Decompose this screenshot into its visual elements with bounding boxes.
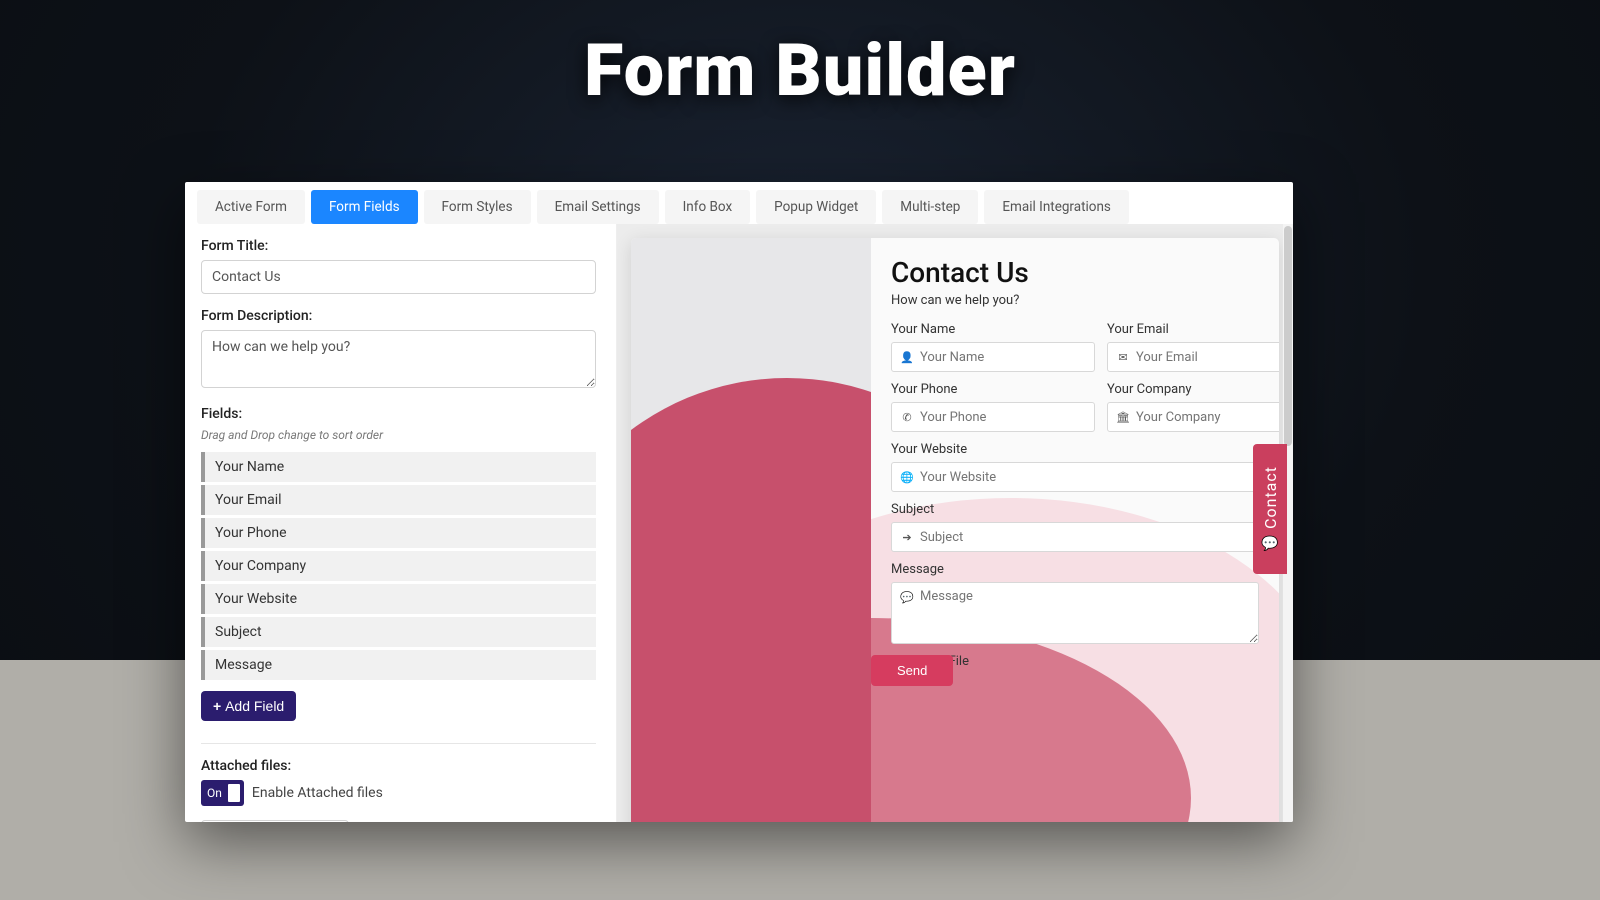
fields-hint: Drag and Drop change to sort order <box>201 428 600 442</box>
phone-field-label: Your Phone <box>891 382 1095 397</box>
email-input[interactable] <box>1136 350 1279 365</box>
phone-field-icon: ✆ <box>900 411 914 424</box>
info-column: 🏛 Office 123 Church Ave New Hope, Alabam… <box>631 238 871 822</box>
form-desc-input[interactable]: How can we help you? <box>201 330 596 388</box>
attached-toggle-label: Enable Attached files <box>252 785 383 801</box>
send-button[interactable]: Send <box>871 655 953 686</box>
building-icon: 🏛 <box>1116 411 1130 424</box>
form-desc-label: Form Description: <box>201 308 600 324</box>
fields-label: Fields: <box>201 406 600 422</box>
preview-card: 🏛 Office 123 Church Ave New Hope, Alabam… <box>631 238 1279 822</box>
page-title: Form Builder <box>584 28 1016 113</box>
tabs: Active Form Form Fields Form Styles Emai… <box>185 182 1293 224</box>
chat-icon: 💬 <box>900 589 914 637</box>
subject-input[interactable] <box>920 530 1250 545</box>
attach-file-label-input[interactable] <box>201 820 349 822</box>
form-title-label: Form Title: <box>201 238 600 254</box>
tab-email-integrations[interactable]: Email Integrations <box>984 190 1129 224</box>
side-tab-label: Contact <box>1261 466 1280 529</box>
field-row-company[interactable]: Your Company <box>201 551 596 581</box>
phone-input[interactable] <box>920 410 1086 425</box>
attached-toggle[interactable]: On <box>201 780 244 806</box>
preview-title: Contact Us <box>891 256 1259 289</box>
toggle-knob <box>228 784 240 802</box>
form-column: Contact Us How can we help you? Your Nam… <box>871 238 1279 822</box>
add-field-button[interactable]: Add Field <box>201 691 296 721</box>
subject-label: Subject <box>891 502 1259 517</box>
tab-multi-step[interactable]: Multi-step <box>882 190 978 224</box>
preview-description: How can we help you? <box>891 293 1259 308</box>
website-label: Your Website <box>891 442 1259 457</box>
tab-active-form[interactable]: Active Form <box>197 190 305 224</box>
form-title-input[interactable] <box>201 260 596 294</box>
website-input[interactable] <box>920 470 1250 485</box>
preview-pane: 🏛 Office 123 Church Ave New Hope, Alabam… <box>617 224 1293 822</box>
company-input[interactable] <box>1136 410 1279 425</box>
user-icon: 👤 <box>900 351 914 364</box>
email-field-label: Your Email <box>1107 322 1279 337</box>
name-input[interactable] <box>920 350 1086 365</box>
field-row-message[interactable]: Message <box>201 650 596 680</box>
chat-bubble-icon: 💬 <box>1261 536 1278 552</box>
field-row-subject[interactable]: Subject <box>201 617 596 647</box>
company-label: Your Company <box>1107 382 1279 397</box>
tab-info-box[interactable]: Info Box <box>665 190 751 224</box>
settings-pane: Form Title: Form Description: How can we… <box>185 224 617 822</box>
tab-form-fields[interactable]: Form Fields <box>311 190 418 224</box>
field-row-email[interactable]: Your Email <box>201 485 596 515</box>
attached-files-label: Attached files: <box>201 758 600 774</box>
message-input[interactable] <box>920 589 1250 637</box>
toggle-state: On <box>207 786 222 800</box>
tab-email-settings[interactable]: Email Settings <box>537 190 659 224</box>
app-window: Active Form Form Fields Form Styles Emai… <box>185 182 1293 822</box>
field-row-website[interactable]: Your Website <box>201 584 596 614</box>
globe-icon: 🌐 <box>900 471 914 484</box>
arrow-icon: ➔ <box>900 531 914 544</box>
field-row-phone[interactable]: Your Phone <box>201 518 596 548</box>
scrollbar-thumb[interactable] <box>1284 226 1292 446</box>
field-row-name[interactable]: Your Name <box>201 452 596 482</box>
tab-form-styles[interactable]: Form Styles <box>424 190 531 224</box>
name-label: Your Name <box>891 322 1095 337</box>
contact-side-tab[interactable]: Contact 💬 <box>1253 444 1287 574</box>
divider <box>201 743 596 744</box>
message-label: Message <box>891 562 1259 577</box>
envelope-icon: ✉ <box>1116 351 1130 364</box>
tab-popup-widget[interactable]: Popup Widget <box>756 190 876 224</box>
